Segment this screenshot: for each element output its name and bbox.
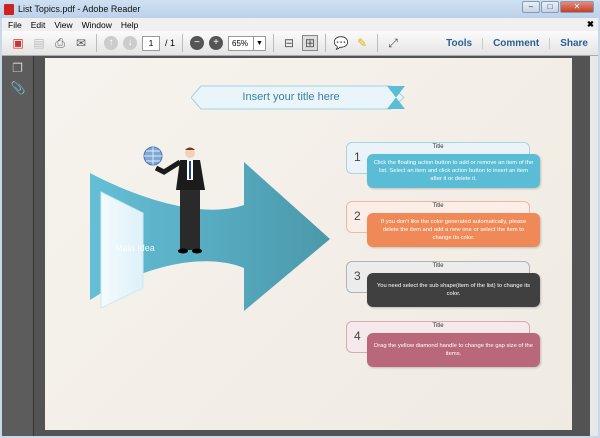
email-icon[interactable]: ✉ [73,35,89,51]
close-button[interactable]: ✕ [560,1,594,13]
item-number: 3 [354,269,361,283]
toolbar: ▣ ▤ ⎙ ✉ ↑ ↓ / 1 − + 65% ▼ ⊟ ⊞ 💬 ✎ ⤢ Tools… [2,31,598,56]
page-total: / 1 [165,38,176,48]
item-text: You need select the sub shape(item of th… [367,273,540,307]
previous-page-icon[interactable]: ↑ [104,36,118,50]
create-pdf-icon[interactable]: ▣ [10,35,26,51]
item-number: 2 [354,209,361,223]
menu-window[interactable]: Window [82,20,112,30]
minimize-button[interactable]: – [522,1,540,13]
vertical-scrollbar[interactable] [590,56,598,436]
menu-edit[interactable]: Edit [31,20,46,30]
next-page-icon[interactable]: ↓ [123,36,137,50]
sticky-note-icon[interactable]: 💬 [333,35,349,51]
pdf-icon [4,3,14,15]
attachments-icon[interactable]: 📎 [11,81,26,95]
item-title: Title [432,263,444,269]
highlight-icon[interactable]: ✎ [354,35,370,51]
item-title: Title [432,323,444,329]
chevron-down-icon[interactable]: ▼ [253,36,265,50]
businessman-illustration [143,146,205,254]
comment-tab[interactable]: Comment [482,38,549,49]
list-item[interactable]: Title 1 Click the floating action button… [346,142,541,190]
list-item[interactable]: Title 4 Drag the yellow diamond handle t… [346,321,541,369]
item-title: Title [432,203,444,209]
zoom-value: 65% [232,38,249,48]
item-text: Click the floating action button to add … [367,154,540,188]
item-number: 4 [354,329,361,343]
pdf-page: Insert your title here Main Idea Title 1… [45,58,572,430]
pages-icon[interactable]: ❐ [11,61,25,75]
menu-help[interactable]: Help [121,20,138,30]
close-document-icon[interactable]: ✖ [587,19,594,30]
share-tab[interactable]: Share [549,38,598,49]
maximize-button[interactable]: □ [541,1,559,13]
zoom-select[interactable]: 65% ▼ [228,35,267,51]
item-title: Title [432,144,444,150]
list-item[interactable]: Title 3 You need select the sub shape(it… [346,261,541,309]
list-item[interactable]: Title 2 If you don't like the color gene… [346,201,541,249]
zoom-out-icon[interactable]: − [190,36,205,50]
banner-text: Insert your title here [242,91,340,103]
main-arrow [87,143,337,315]
title-banner: Insert your title here [190,85,406,110]
window-title: List Topics.pdf - Adobe Reader [18,4,141,14]
item-text: Drag the yellow diamond handle to change… [367,333,540,367]
page-number-input[interactable] [142,35,160,51]
print-icon[interactable]: ⎙ [52,35,68,51]
navigation-panel: ❐ 📎 [2,56,34,436]
tools-tab[interactable]: Tools [436,38,482,49]
menu-bar: File Edit View Window Help ✖ [2,18,598,31]
save-icon[interactable]: ▤ [31,35,47,51]
menu-file[interactable]: File [8,20,22,30]
item-text: If you don't like the color generated au… [367,213,540,247]
fit-page-icon[interactable]: ⊟ [281,35,297,51]
title-bar: List Topics.pdf - Adobe Reader – □ ✕ [0,0,600,18]
item-number: 1 [354,150,361,164]
menu-view[interactable]: View [54,20,72,30]
full-screen-icon[interactable]: ⤢ [385,35,401,51]
fit-width-icon[interactable]: ⊞ [302,35,319,51]
zoom-in-icon[interactable]: + [209,36,224,50]
